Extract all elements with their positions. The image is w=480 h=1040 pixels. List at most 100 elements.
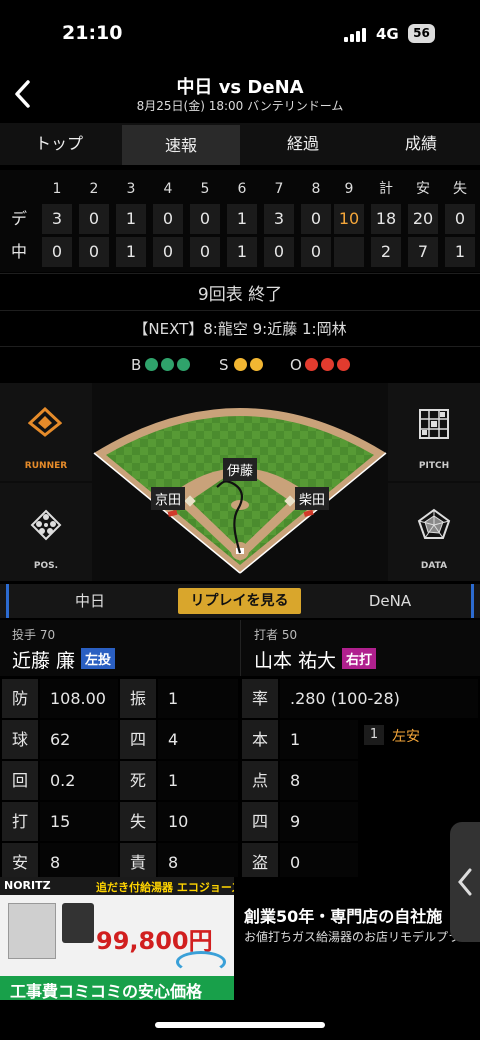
fielder-label-center: 伊藤	[223, 458, 258, 481]
ball-dot	[161, 358, 174, 371]
data-label: DATA	[420, 561, 448, 571]
inning-score: 10	[334, 204, 364, 234]
stat-key: 本	[242, 720, 278, 759]
inning-header: 5	[200, 181, 210, 197]
batter-hand-badge: 右打	[342, 648, 377, 669]
home-indicator	[155, 1022, 325, 1028]
stat-value: 108.00	[40, 679, 118, 718]
stat-value: 8	[280, 761, 358, 800]
inning-status: 9回表 終了	[197, 285, 283, 305]
inning-score: 1	[116, 237, 146, 267]
data-button[interactable]: DATA	[388, 483, 480, 581]
strike-dot	[234, 358, 247, 371]
strike-dot	[250, 358, 263, 371]
away-team-tab[interactable]: DeNA	[300, 584, 480, 618]
errors-header: 失	[453, 181, 467, 197]
scoreboard-header: 1 2 3 4 5 6 7 8 9 計 安 失	[0, 174, 480, 204]
side-drawer-handle[interactable]	[450, 822, 480, 942]
game-info: 8月25日(金) 18:00 バンテリンドーム	[136, 99, 344, 113]
divider	[0, 310, 480, 311]
batter-name[interactable]: 山本 祐大	[254, 650, 336, 672]
field-area: RUNNER POS. PITCH DATA 伊藤 京田 柴田	[0, 383, 480, 581]
stat-key: 点	[242, 761, 278, 800]
ball-dot	[177, 358, 190, 371]
at-bat-result[interactable]: 左安	[392, 726, 420, 746]
stat-value: 1	[158, 679, 238, 718]
tab-bar: トップ 速報 経過 成績	[0, 123, 480, 165]
positions-button[interactable]: POS.	[0, 483, 92, 581]
stat-key: 失	[120, 802, 156, 841]
inning-header: 3	[126, 181, 136, 197]
team-bar: 中日 リプレイを見る DeNA	[0, 584, 480, 618]
stat-value: 9	[280, 802, 358, 841]
inning-header: 9	[344, 181, 354, 197]
total-runs: 2	[371, 237, 401, 267]
fielder-label-left: 京田	[151, 487, 186, 510]
baseball-field	[93, 408, 387, 574]
inning-header: 2	[89, 181, 99, 197]
replay-button[interactable]: リプレイを見る	[178, 588, 301, 614]
inning-score: 3	[42, 204, 72, 234]
inning-score: 0	[79, 204, 109, 234]
tab-progress[interactable]: 経過	[244, 123, 362, 165]
ad-brand: NORITZ	[4, 879, 51, 892]
company-logo-icon	[176, 951, 226, 973]
inning-score: 1	[227, 204, 257, 234]
stat-key: 回	[2, 761, 38, 800]
pitch-button[interactable]: PITCH	[388, 383, 480, 481]
page-title: 中日 vs DeNA	[176, 77, 304, 98]
inning-score: 0	[190, 204, 220, 234]
scoreboard-row-home: 中 0 0 1 0 0 1 0 0 2 7 1	[0, 237, 480, 267]
stat-key: 打	[2, 802, 38, 841]
pitcher-tag: 投手 70	[12, 628, 56, 642]
total-runs: 18	[371, 204, 401, 234]
ad-image[interactable]: NORITZ 追だき付給湯器 エコジョーズ 99,800円 工事費コミコミの安心…	[0, 877, 234, 1000]
batter-stats: 率 .280 (100-28) 本 1 点 8 四 9 盗 0 1 左安	[240, 679, 480, 882]
ad-headline[interactable]: 創業50年・専門店の自社施	[244, 903, 480, 927]
runner-button[interactable]: RUNNER	[0, 383, 92, 481]
divider	[240, 620, 241, 676]
pitcher-name[interactable]: 近藤 廉	[12, 650, 75, 672]
inning-score: 1	[227, 237, 257, 267]
pitcher-name-row: 近藤 廉左投	[12, 646, 116, 673]
stat-value: 15	[40, 802, 118, 841]
out-dot	[305, 358, 318, 371]
ad-description: お値打ちガス給湯器のお店リモデルプラス	[244, 930, 472, 944]
inning-score: 1	[116, 204, 146, 234]
total-errors: 1	[445, 237, 475, 267]
battery-icon: 56	[408, 24, 435, 43]
inning-header: 1	[52, 181, 62, 197]
ad-banner[interactable]: NORITZ 追だき付給湯器 エコジョーズ 99,800円 工事費コミコミの安心…	[0, 877, 480, 1000]
divider	[0, 273, 480, 274]
inning-score: 0	[79, 237, 109, 267]
stat-key: 四	[242, 802, 278, 841]
stat-key: 防	[2, 679, 38, 718]
bso-indicator: B S O	[0, 356, 480, 374]
home-team-tab[interactable]: 中日	[0, 584, 180, 618]
tab-top[interactable]: トップ	[0, 123, 118, 165]
inning-score: 0	[42, 237, 72, 267]
team-abbr: 中	[10, 242, 27, 261]
inning-score: 0	[190, 237, 220, 267]
inning-header: 8	[311, 181, 321, 197]
tab-live[interactable]: 速報	[122, 125, 240, 165]
stat-key: 四	[120, 720, 156, 759]
team-bar-edge	[471, 584, 474, 618]
total-header: 計	[379, 181, 393, 197]
stat-value: 0.2	[40, 761, 118, 800]
pitch-grid-icon	[419, 409, 449, 439]
tab-stats[interactable]: 成績	[362, 123, 480, 165]
stat-value: 62	[40, 720, 118, 759]
total-errors: 0	[445, 204, 475, 234]
stat-value: .280 (100-28)	[280, 679, 478, 718]
signal-icon	[344, 27, 370, 42]
inning-header: 6	[237, 181, 247, 197]
runner-label: RUNNER	[24, 461, 68, 471]
scoreboard-row-away: デ 3 0 1 0 0 1 3 0 10 18 20 0	[0, 204, 480, 234]
stat-key: 率	[242, 679, 278, 718]
hits-header: 安	[416, 181, 430, 197]
pitcher-stats: 防 108.00 振 1 球 62 四 4 回 0.2 死 1 打 15 失 1…	[0, 679, 240, 882]
status-time: 21:10	[62, 22, 123, 44]
inning-header: 7	[274, 181, 284, 197]
strike-label: S	[219, 356, 229, 374]
